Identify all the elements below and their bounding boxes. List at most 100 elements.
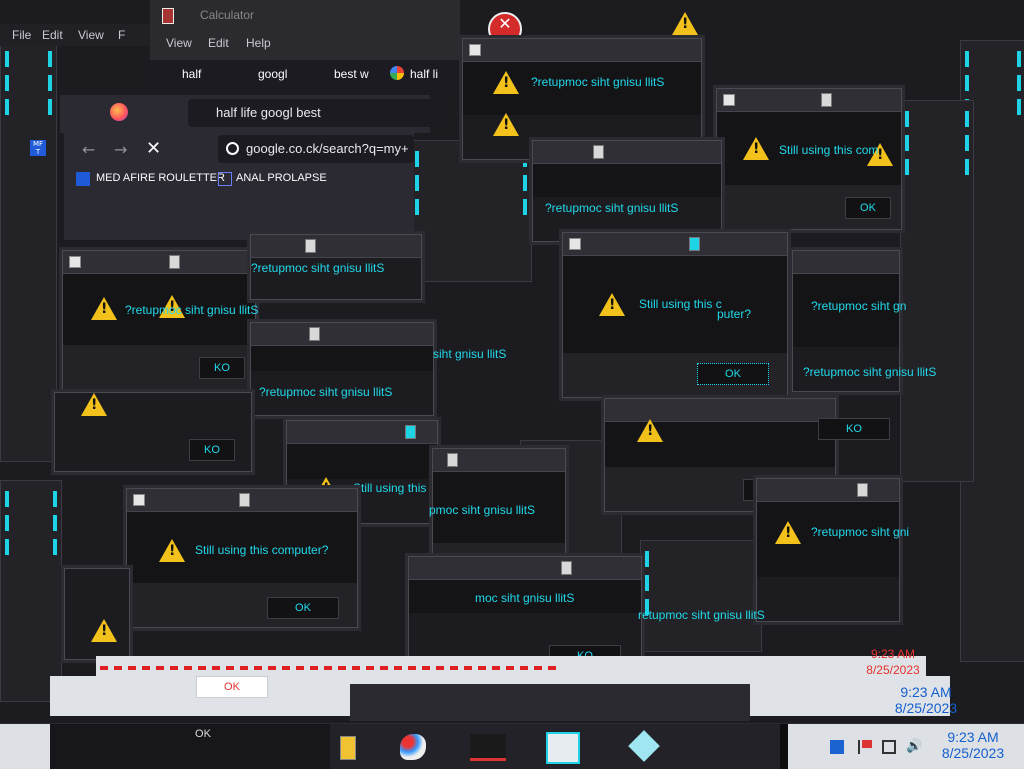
dialog-message: Still using this c: [639, 297, 722, 311]
browser-tab[interactable]: googl: [258, 67, 287, 81]
warning-icon: [91, 619, 117, 642]
browser-tab[interactable]: half: [182, 67, 201, 81]
dialog-window: ?retupmoc siht gnisu llitS: [250, 234, 422, 300]
warning-icon: [159, 539, 185, 562]
tray-divider: [780, 724, 788, 769]
media-player-icon[interactable]: [470, 734, 506, 761]
warning-icon: [493, 71, 519, 94]
dialog-message: pmoc siht gnisu llitS: [429, 503, 536, 517]
warning-icon: [81, 393, 107, 416]
warning-icon: [599, 293, 625, 316]
dialog-window: ?retupmoc siht gnisu llitS: [532, 140, 722, 242]
search-input-ghost[interactable]: half life googl best: [188, 99, 446, 127]
clock-date: 8/25/2023: [894, 700, 958, 716]
browser-window: ← → ✕ google.co.ck/search?q=my+ MED AFIR…: [64, 130, 414, 240]
google-icon: [390, 66, 404, 80]
background-ghost-window: [0, 40, 57, 462]
dialog-message: ?retupmoc siht gnisu llitS: [545, 201, 679, 215]
dialog-message: ?retupmoc siht gn: [811, 299, 907, 313]
calculator-menu-view[interactable]: View: [166, 36, 192, 50]
calculator-icon: [162, 8, 174, 24]
notepad-menu-file[interactable]: File: [12, 28, 31, 42]
notepad-menu-view[interactable]: View: [78, 28, 104, 42]
dialog-message: ?retupmoc siht gnisu llitS: [803, 365, 937, 379]
calculator-window: Calculator View Edit Help: [150, 0, 460, 60]
background-ghost-window: [410, 140, 532, 282]
taskbar-ghost: [350, 684, 750, 721]
dialog-message: retupmoc siht gnisu llitS: [638, 608, 765, 622]
forward-icon[interactable]: →: [114, 140, 127, 159]
dialog-message: ?retupmoc siht gnisu llitS: [251, 261, 385, 275]
dialog-message: Still using this com: [779, 143, 879, 157]
notepad-icon[interactable]: [546, 732, 580, 764]
language-icon[interactable]: [830, 740, 844, 754]
background-ghost-window: [640, 540, 762, 652]
clock-time: 9:23 AM: [870, 647, 916, 661]
background-ghost-window: [900, 100, 974, 482]
clock-time: 9:23 AM: [900, 684, 952, 700]
clock-ghost: 9:23 AM 8/25/2023: [884, 684, 968, 716]
clock-time: 9:23 AM: [947, 729, 999, 745]
ok-button[interactable]: KO: [199, 357, 245, 379]
file-explorer-icon[interactable]: [340, 736, 356, 760]
dialog-window: Still using this com OK: [716, 88, 902, 230]
ok-button[interactable]: KO: [818, 418, 890, 440]
glitch-stripe: [100, 666, 560, 670]
ok-button[interactable]: OK: [697, 363, 769, 385]
taskbar: 🔊 9:23 AM 8/25/2023: [0, 723, 1024, 769]
stop-icon[interactable]: ✕: [146, 138, 161, 159]
firefox-icon: [110, 103, 128, 121]
dialog-message-tail: puter?: [717, 307, 752, 321]
background-ghost-window: [0, 480, 62, 702]
ok-button[interactable]: KO: [189, 439, 235, 461]
dialog-window: ?retupmoc siht gnisu llitS KO: [62, 250, 259, 390]
clock-date: 8/25/2023: [866, 663, 920, 677]
notepad-menu-f[interactable]: F: [118, 28, 125, 42]
clock-date: 8/25/2023: [941, 745, 1005, 761]
volume-icon[interactable]: 🔊: [906, 740, 922, 754]
taskbar-clock[interactable]: 9:23 AM 8/25/2023: [930, 729, 1016, 761]
search-icon: [226, 142, 239, 155]
mf-favicon: MF T: [30, 140, 46, 156]
dialog-message: Still using this co: [353, 481, 443, 495]
dialog-message: ?retupmoc siht gnisu llitS: [259, 385, 393, 399]
browser-tab[interactable]: half li: [410, 67, 438, 81]
bookmark-item[interactable]: MED AFIRE ROULETTER: [96, 172, 225, 184]
bookmark-favicon: [218, 172, 232, 186]
bookmark-favicon: [76, 172, 90, 186]
ok-button[interactable]: OK: [267, 597, 339, 619]
ok-button[interactable]: OK: [845, 197, 891, 219]
warning-icon: [493, 113, 519, 136]
bookmark-item[interactable]: ANAL PROLAPSE: [236, 172, 327, 184]
warning-icon: [775, 521, 801, 544]
dialog-message: ?retupmoc siht gnisu llitS: [531, 75, 665, 89]
ok-button[interactable]: OK: [196, 676, 268, 698]
calculator-menu-help[interactable]: Help: [246, 36, 271, 50]
dialog-window: ?retupmoc siht gnisu llitS siht gnisu ll…: [250, 322, 506, 416]
ok-button[interactable]: OK: [168, 724, 238, 744]
dialog-window: KO: [54, 392, 252, 472]
notepad-menu-edit[interactable]: Edit: [42, 28, 63, 42]
dialog-window: ?retupmoc siht gn ?retupmoc siht gnisu l…: [792, 250, 936, 392]
clock-ghost: 9:23 AM 8/25/2023: [856, 646, 930, 678]
flag-icon[interactable]: [858, 740, 874, 754]
dialog-window: ?retupmoc siht gni: [756, 478, 909, 622]
dialog-message: ?retupmoc siht gnisu llitS: [125, 303, 259, 317]
network-icon[interactable]: [882, 740, 896, 754]
dialog-message: siht gnisu llitS: [433, 347, 507, 361]
dialog-window: Still using this c puter? OK: [562, 232, 788, 398]
back-icon[interactable]: ←: [82, 140, 95, 159]
calculator-title: Calculator: [200, 8, 255, 22]
warning-icon: [637, 419, 663, 442]
dialog-message: ?retupmoc siht gni: [811, 525, 910, 539]
address-bar[interactable]: google.co.ck/search?q=my+: [218, 135, 414, 163]
browser-tabstrip: half googl best w half li: [148, 60, 458, 90]
warning-icon: [743, 137, 769, 160]
warning-icon: [672, 12, 698, 35]
calculator-menu-edit[interactable]: Edit: [208, 36, 229, 50]
dialog-window: Still using this computer? OK: [126, 488, 358, 628]
paint-icon[interactable]: [400, 734, 426, 760]
browser-toolbar-ghost: half life googl best: [60, 95, 446, 133]
browser-tab[interactable]: best w: [334, 67, 369, 81]
dialog-window: moc siht gnisu llitS KO: [408, 556, 642, 667]
